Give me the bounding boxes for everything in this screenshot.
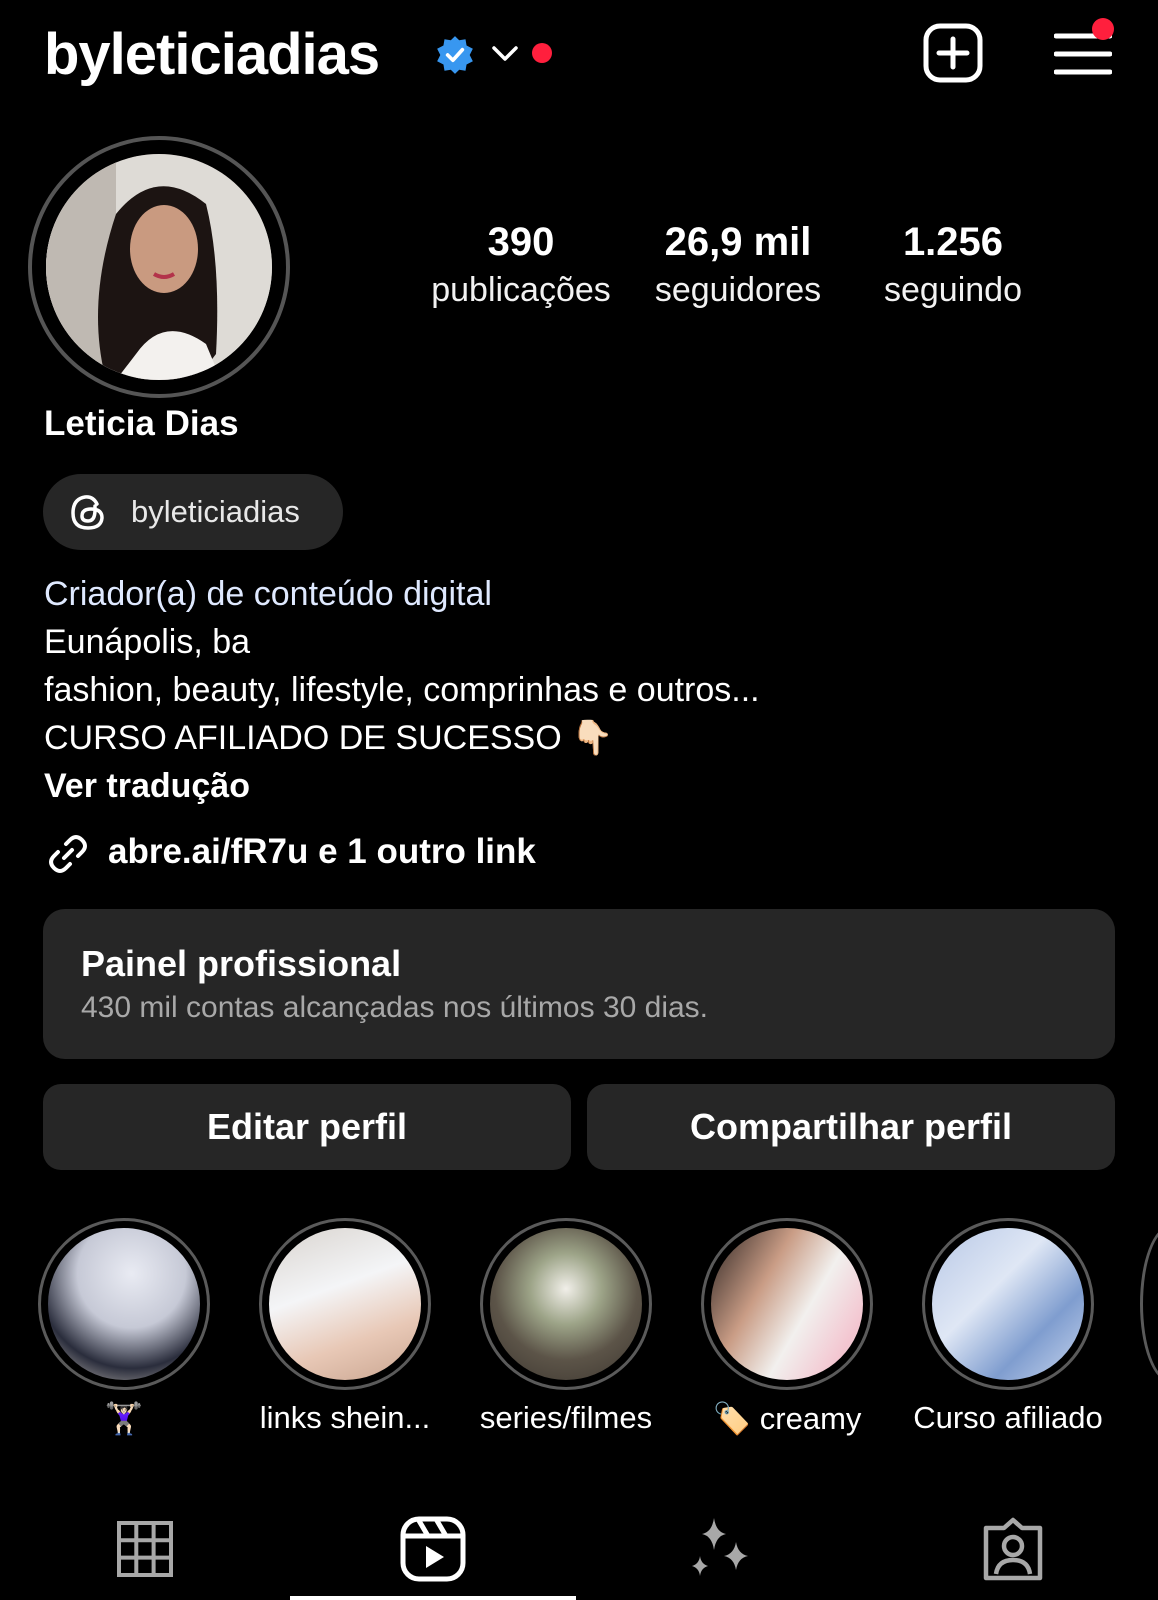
highlight-label: links shein... — [259, 1400, 431, 1435]
stat-label: seguidores — [654, 271, 822, 309]
bio-line: Eunápolis, ba — [44, 623, 251, 661]
highlight-cover — [490, 1228, 642, 1380]
bio-line: CURSO AFILIADO DE SUCESSO 👇🏻 — [44, 719, 614, 757]
bio-line: fashion, beauty, lifestyle, comprinhas e… — [44, 671, 760, 709]
chevron-down-icon[interactable] — [490, 42, 520, 64]
link-text: abre.ai/fR7u e 1 outro link — [108, 832, 536, 871]
avatar-photo — [46, 154, 272, 380]
link-icon — [49, 835, 87, 873]
plus-square-icon[interactable] — [922, 22, 984, 84]
menu-notification-dot — [1092, 18, 1114, 40]
highlight-cover — [711, 1228, 863, 1380]
stat-followers[interactable]: 26,9 mil seguidores — [636, 216, 840, 312]
professional-dashboard[interactable]: Painel profissional 430 mil contas alcan… — [43, 909, 1115, 1059]
stat-value: 26,9 mil — [664, 220, 812, 264]
threads-icon — [71, 495, 104, 530]
highlight-label: 🏷️ creamy — [712, 1401, 862, 1436]
profile-tab-bar — [0, 1500, 1158, 1600]
translate-link[interactable]: Ver tradução — [44, 762, 760, 810]
bio: Criador(a) de conteúdo digital Eunápolis… — [44, 570, 760, 810]
top-bar: byleticiadias — [0, 0, 1158, 110]
bio-category[interactable]: Criador(a) de conteúdo digital — [44, 570, 760, 618]
panel-subtitle: 430 mil contas alcançadas nos últimos 30… — [81, 991, 709, 1024]
stat-label: seguindo — [883, 271, 1022, 309]
highlight-label: 🏋🏻‍♀️ — [104, 1401, 144, 1436]
sparkles-icon[interactable] — [686, 1514, 756, 1584]
stat-value: 390 — [487, 220, 555, 264]
stat-value: 1.256 — [902, 220, 1004, 264]
active-tab-indicator — [290, 1596, 576, 1600]
highlight-cover — [48, 1228, 200, 1380]
highlight-cover — [932, 1228, 1084, 1380]
display-name: Leticia Dias — [44, 404, 239, 443]
highlight-label: Curso afiliado — [913, 1400, 1103, 1435]
panel-title: Painel profissional — [81, 943, 402, 984]
highlight-item-partial[interactable] — [1140, 1226, 1158, 1382]
threads-badge[interactable]: byleticiadias — [43, 474, 343, 550]
grid-icon[interactable] — [110, 1514, 180, 1584]
reels-icon[interactable] — [398, 1514, 468, 1584]
username-title[interactable]: byleticiadias — [44, 20, 380, 90]
stat-label: publicações — [431, 271, 611, 309]
threads-handle: byleticiadias — [131, 494, 300, 529]
stat-posts[interactable]: 390 publicações — [420, 216, 622, 312]
highlight-label: series/filmes — [479, 1400, 653, 1435]
stat-following[interactable]: 1.256 seguindo — [864, 216, 1042, 312]
tagged-person-icon[interactable] — [978, 1514, 1048, 1584]
avatar[interactable] — [46, 154, 272, 380]
edit-profile-button[interactable]: Editar perfil — [43, 1084, 571, 1170]
share-profile-button[interactable]: Compartilhar perfil — [587, 1084, 1115, 1170]
notification-dot — [532, 43, 552, 63]
highlight-cover — [269, 1228, 421, 1380]
verified-badge-icon — [437, 36, 473, 74]
